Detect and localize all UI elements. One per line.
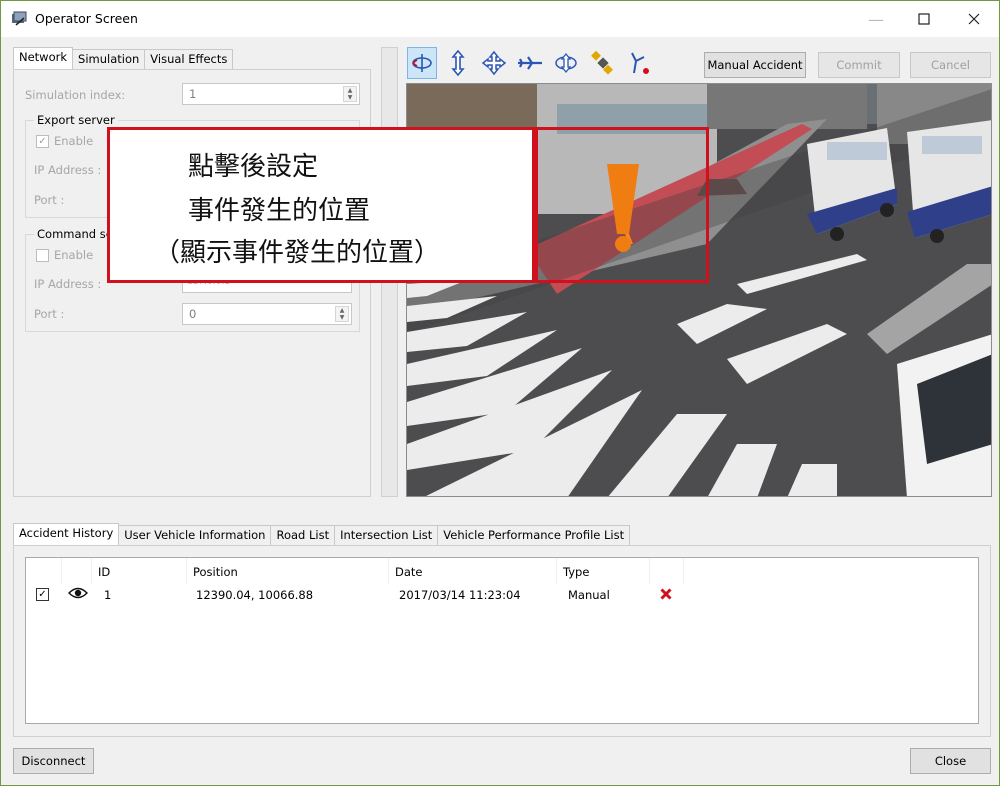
- command-port-input[interactable]: 0 ▲ ▼: [182, 303, 352, 325]
- maximize-button[interactable]: [901, 1, 947, 37]
- bottom-tab-strip: Accident History User Vehicle Informatio…: [13, 523, 631, 545]
- row-type: Manual: [568, 588, 610, 602]
- simulation-index-input[interactable]: 1 ▲ ▼: [182, 83, 360, 105]
- command-enable-label: Enable: [54, 248, 94, 262]
- command-port-label: Port :: [34, 307, 65, 321]
- export-ip-label: IP Address :: [34, 163, 102, 177]
- title-bar: Operator Screen —: [1, 1, 999, 37]
- row-id: 1: [104, 588, 112, 602]
- maximize-icon: [918, 13, 930, 25]
- airplane-icon: [518, 56, 542, 70]
- tab-visual-effects[interactable]: Visual Effects: [144, 49, 234, 69]
- rotate-view-icon: [412, 54, 432, 72]
- tab-user-vehicle-information[interactable]: User Vehicle Information: [118, 525, 272, 545]
- command-server-title: Command se: [34, 227, 116, 241]
- command-port-value: 0: [189, 307, 197, 321]
- annotation-callout: 點擊後設定 事件發生的位置 （顯示事件發生的位置）: [107, 127, 535, 283]
- tab-network[interactable]: Network: [13, 47, 74, 69]
- tool-satellite[interactable]: [587, 47, 617, 79]
- eye-icon[interactable]: [68, 586, 88, 600]
- delete-icon[interactable]: [660, 588, 672, 600]
- annotation-highlight-frame: [535, 127, 709, 283]
- simulation-index-spinner[interactable]: ▲ ▼: [343, 86, 357, 102]
- simulation-index-label: Simulation index:: [25, 88, 126, 102]
- cancel-button[interactable]: Cancel: [910, 52, 991, 78]
- tab-intersection-list[interactable]: Intersection List: [334, 525, 439, 545]
- export-enable-checkbox[interactable]: ✓: [36, 135, 49, 148]
- vertical-move-icon: [451, 49, 465, 77]
- row-date: 2017/03/14 11:23:04: [399, 588, 521, 602]
- row-select-checkbox[interactable]: ✓: [36, 588, 49, 601]
- tab-accident-history[interactable]: Accident History: [13, 523, 120, 545]
- table-row[interactable]: ✓ 1 12390.04, 10066.88 2017/03/14 11:23:…: [26, 558, 686, 606]
- disconnect-button[interactable]: Disconnect: [13, 748, 94, 774]
- orbit-icon: [555, 52, 577, 74]
- annotation-line-2: 事件發生的位置: [188, 196, 371, 226]
- close-icon: [968, 13, 980, 25]
- manual-accident-button[interactable]: Manual Accident: [704, 52, 806, 78]
- tool-fly[interactable]: [515, 47, 545, 79]
- tool-rotate[interactable]: [407, 47, 437, 79]
- tool-vertical[interactable]: [443, 47, 473, 79]
- operator-window: Operator Screen — Network Simulation Vis…: [0, 0, 1000, 786]
- row-position: 12390.04, 10066.88: [196, 588, 314, 602]
- tab-simulation[interactable]: Simulation: [72, 49, 146, 69]
- left-tab-strip: Network Simulation Visual Effects: [13, 47, 234, 69]
- accident-table: ID Position Date Type ✓ 1 12390.04, 1006…: [25, 557, 979, 724]
- close-window-button[interactable]: [951, 1, 997, 37]
- app-icon: [12, 11, 27, 26]
- minimize-button[interactable]: —: [853, 1, 899, 37]
- satellite-icon: [591, 50, 613, 75]
- command-port-spinner[interactable]: ▲ ▼: [335, 306, 349, 322]
- annotation-line-1: 點擊後設定: [188, 152, 319, 182]
- close-button[interactable]: Close: [910, 748, 991, 774]
- tool-pan[interactable]: [479, 47, 509, 79]
- pan-move-icon: [481, 50, 507, 76]
- export-server-title: Export server: [34, 113, 118, 127]
- window-title: Operator Screen: [35, 11, 138, 26]
- commit-button[interactable]: Commit: [818, 52, 900, 78]
- simulation-index-value: 1: [189, 87, 197, 101]
- tool-pick-location[interactable]: [623, 47, 653, 79]
- command-enable-checkbox[interactable]: [36, 249, 49, 262]
- tab-road-list[interactable]: Road List: [270, 525, 336, 545]
- pick-location-icon: [631, 52, 649, 74]
- command-ip-label: IP Address :: [34, 277, 102, 291]
- export-enable-label: Enable: [54, 134, 94, 148]
- tab-vehicle-performance-profile-list[interactable]: Vehicle Performance Profile List: [437, 525, 631, 545]
- annotation-line-3: （顯示事件發生的位置）: [154, 238, 441, 268]
- export-port-label: Port :: [34, 193, 65, 207]
- tool-orbit[interactable]: [551, 47, 581, 79]
